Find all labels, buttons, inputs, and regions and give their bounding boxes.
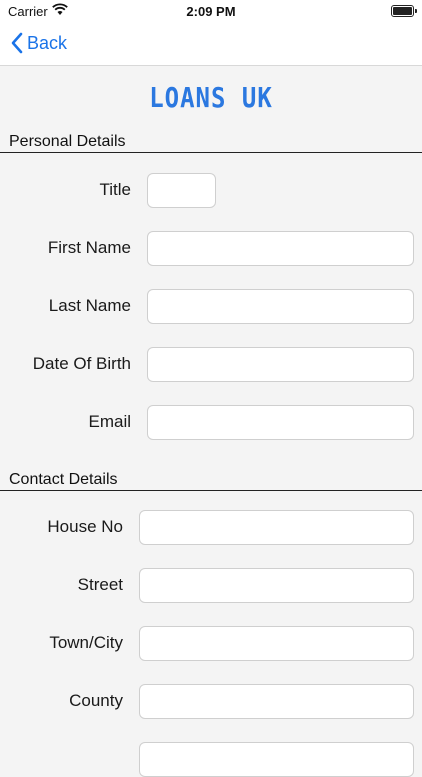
date-of-birth-label: Date Of Birth — [32, 354, 131, 373]
email-field[interactable] — [147, 405, 414, 440]
last-name-field[interactable] — [147, 289, 414, 324]
town-city-label: Town/City — [49, 633, 123, 652]
title-field[interactable] — [147, 173, 216, 208]
first-name-field[interactable] — [147, 231, 414, 266]
town-city-field[interactable] — [139, 626, 414, 661]
battery-icon — [391, 5, 417, 17]
first-name-label: First Name — [47, 238, 131, 257]
date-of-birth-field[interactable] — [147, 347, 414, 382]
status-bar: Carrier 2:09 PM — [0, 0, 422, 22]
street-label: Street — [77, 575, 123, 594]
section-header-contact: Contact Details — [0, 470, 422, 491]
section-title: Contact Details — [9, 471, 118, 488]
section-header-personal: Personal Details — [0, 132, 422, 153]
chevron-left-icon — [11, 32, 23, 54]
clock: 2:09 PM — [186, 4, 236, 19]
house-no-field[interactable] — [139, 510, 414, 545]
county-label: County — [69, 691, 123, 710]
title-label: Title — [99, 180, 132, 199]
section-title: Personal Details — [9, 133, 126, 150]
street-field[interactable] — [139, 568, 414, 603]
last-name-label: Last Name — [48, 296, 131, 315]
back-label: Back — [27, 32, 68, 53]
back-button[interactable]: Back — [10, 32, 67, 54]
house-no-label: House No — [47, 517, 123, 536]
navigation-bar: Back — [0, 22, 422, 66]
county-field[interactable] — [139, 684, 414, 719]
next-field-partial[interactable] — [139, 742, 414, 777]
email-label: Email — [88, 412, 131, 431]
app-title: LOANS UK — [149, 81, 273, 115]
